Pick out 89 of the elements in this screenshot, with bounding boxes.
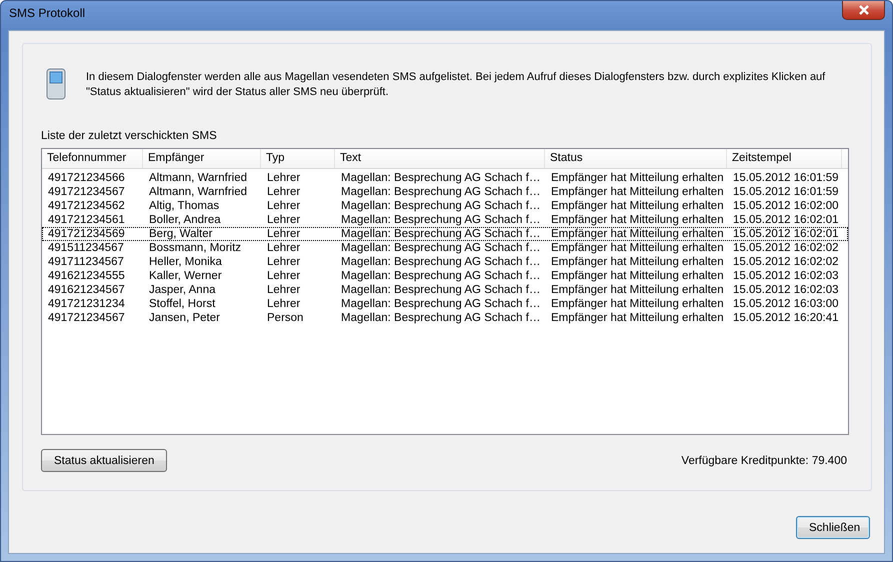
table-cell-text: 491511234567 bbox=[47, 242, 125, 254]
table-row[interactable]: 491511234567 Bossmann, Moritz Lehrer Magellan: Besprechung AG Schach f… Empfänger hat Mitteilung erhalten 15.05.2012 16:02:02 bbox=[42, 241, 848, 255]
table-cell-text: Magellan: Besprechung AG Schach f… bbox=[340, 242, 542, 254]
table-cell-text: Lehrer bbox=[266, 228, 302, 240]
table-cell-text: Empfänger hat Mitteilung erhalten bbox=[550, 298, 725, 310]
table-row[interactable]: 491721234567 Jansen, Peter Person Magellan: Besprechung AG Schach f… Empfänger hat Mitteilung erhalten 15.05.2012 16:20:41 bbox=[42, 311, 848, 325]
table-cell-text: 15.05.2012 16:03:00 bbox=[732, 298, 840, 310]
table-cell-text: Berg, Walter bbox=[148, 228, 214, 240]
table-cell-text: 491721234567 bbox=[47, 312, 126, 324]
table-cell-text: Magellan: Besprechung AG Schach f… bbox=[340, 228, 542, 240]
table-cell-text: Empfänger hat Mitteilung erhalten bbox=[550, 312, 725, 324]
table-cell-text: Empfänger hat Mitteilung erhalten bbox=[550, 284, 725, 296]
table-cell-text: Lehrer bbox=[266, 284, 302, 296]
table-cell-text: Altig, Thomas bbox=[148, 200, 220, 212]
table-cell-text: Magellan: Besprechung AG Schach f… bbox=[340, 298, 542, 310]
table-cell-text: 491721231234 bbox=[47, 298, 126, 310]
table-cell-text: Magellan: Besprechung AG Schach f… bbox=[340, 186, 542, 198]
table-cell-text: Magellan: Besprechung AG Schach f… bbox=[340, 270, 542, 282]
table-cell-text: 15.05.2012 16:02:01 bbox=[732, 214, 840, 226]
table-cell-text: Lehrer bbox=[266, 200, 302, 212]
table-cell-text: 491721234566 bbox=[47, 172, 126, 184]
table-cell-text: 15.05.2012 16:02:00 bbox=[732, 200, 840, 212]
table-cell-text: Magellan: Besprechung AG Schach f… bbox=[340, 284, 542, 296]
table-cell-text: 15.05.2012 16:01:59 bbox=[732, 186, 840, 198]
credits-text: Verfügbare Kreditpunkte: 79.400 bbox=[681, 454, 847, 466]
table-row[interactable]: 491721234567 Altmann, Warnfried Lehrer Magellan: Besprechung AG Schach f… Empfänger hat Mitteilung erhalten 15.05.2012 16:01:59 bbox=[42, 185, 848, 199]
column-header[interactable]: Zeitstempel bbox=[727, 149, 842, 168]
table-cell-text: Empfänger hat Mitteilung erhalten bbox=[550, 270, 725, 282]
table-cell-text: Magellan: Besprechung AG Schach f… bbox=[340, 172, 542, 184]
table-cell-text: Lehrer bbox=[266, 256, 302, 268]
table-cell-text: Empfänger hat Mitteilung erhalten bbox=[550, 228, 725, 240]
table-cell-text: Bossmann, Moritz bbox=[148, 242, 242, 254]
table-cell-text: Jasper, Anna bbox=[148, 284, 216, 296]
column-header[interactable]: Empfänger bbox=[143, 149, 261, 168]
table-cell-text: 15.05.2012 16:02:03 bbox=[732, 284, 840, 296]
table-cell-text: Magellan: Besprechung AG Schach f… bbox=[340, 214, 542, 226]
table-cell-text: Lehrer bbox=[266, 242, 302, 254]
table-row[interactable]: 491711234567 Heller, Monika Lehrer Magellan: Besprechung AG Schach f… Empfänger hat Mitteilung erhalten 15.05.2012 16:02:02 bbox=[42, 255, 848, 269]
table-cell-text: Person bbox=[266, 312, 304, 324]
focused-row[interactable]: 491721234569 Berg, Walter Lehrer Magellan: Besprechung AG Schach f… Empfänger hat Mitteilung erhalten 15.05.2012 16:02:01 bbox=[42, 227, 848, 241]
table-row[interactable]: 491621234555 Kaller, Werner Lehrer Magellan: Besprechung AG Schach f… Empfänger hat Mitteilung erhalten 15.05.2012 16:02:03 bbox=[42, 269, 848, 283]
info-text: In diesem Dialogfenster werden alle aus Magellan vesendeten SMS aufgelistet. Bei jedem Aufruf dieses Dialogfensters bzw. durch explizites Klicken auf "Status aktualisieren" wird der Status aller SMS neu überprüft. bbox=[86, 70, 826, 100]
table-cell-text: Heller, Monika bbox=[148, 256, 223, 268]
table-cell-text: 15.05.2012 16:02:03 bbox=[732, 270, 840, 282]
table-cell-text: 15.05.2012 16:02:01 bbox=[732, 228, 840, 240]
table-cell-text: Empfänger hat Mitteilung erhalten bbox=[550, 242, 725, 254]
table-cell-text: Empfänger hat Mitteilung erhalten bbox=[550, 200, 725, 212]
table-cell-text: Magellan: Besprechung AG Schach f… bbox=[340, 312, 542, 324]
table-cell-text: Magellan: Besprechung AG Schach f… bbox=[340, 256, 542, 268]
table-cell-text: 491721234569 bbox=[47, 228, 126, 240]
table-cell-text: Empfänger hat Mitteilung erhalten bbox=[550, 186, 725, 198]
table-cell-text: Lehrer bbox=[266, 270, 302, 282]
table-cell-text: Lehrer bbox=[266, 186, 302, 198]
refresh-button[interactable]: Status aktualisieren bbox=[41, 449, 168, 472]
table-cell-text: Boller, Andrea bbox=[148, 214, 222, 226]
window-title: SMS Protokoll bbox=[8, 6, 86, 20]
table-cell-text: Empfänger hat Mitteilung erhalten bbox=[550, 172, 725, 184]
table-cell-text: Jansen, Peter bbox=[148, 312, 221, 324]
table-cell-text: 491711234567 bbox=[47, 256, 125, 268]
close-button[interactable]: Schließen bbox=[796, 516, 870, 539]
table-cell-text: 491721234567 bbox=[47, 186, 126, 198]
table-cell-text: 491621234555 bbox=[47, 270, 126, 282]
column-header[interactable]: Typ bbox=[261, 149, 335, 168]
table-cell-text: 491621234567 bbox=[47, 284, 126, 296]
table-cell-text: Altmann, Warnfried bbox=[148, 186, 248, 198]
table-cell-text: 15.05.2012 16:02:02 bbox=[732, 256, 840, 268]
table-cell-text: Lehrer bbox=[266, 214, 302, 226]
table-cell-text: 491721234561 bbox=[47, 214, 126, 226]
table-cell-text: Empfänger hat Mitteilung erhalten bbox=[550, 256, 725, 268]
column-header[interactable]: Telefonnummer bbox=[42, 149, 143, 168]
table-cell-text: Lehrer bbox=[266, 172, 302, 184]
column-header[interactable]: Text bbox=[335, 149, 545, 168]
table-cell-text: Empfänger hat Mitteilung erhalten bbox=[550, 214, 725, 226]
table-cell-text: 15.05.2012 16:01:59 bbox=[732, 172, 840, 184]
column-header[interactable]: Status bbox=[545, 149, 727, 168]
table-cell-text: 491721234562 bbox=[47, 200, 126, 212]
table-row[interactable]: 491721234566 Altmann, Warnfried Lehrer Magellan: Besprechung AG Schach f… Empfänger hat Mitteilung erhalten 15.05.2012 16:01:59 bbox=[42, 171, 848, 185]
table-cell-text: 15.05.2012 16:02:02 bbox=[732, 242, 840, 254]
table-cell-text: Altmann, Warnfried bbox=[148, 172, 248, 184]
table-cell-text: Magellan: Besprechung AG Schach f… bbox=[340, 200, 542, 212]
table-row[interactable]: 491721234562 Altig, Thomas Lehrer Magellan: Besprechung AG Schach f… Empfänger hat Mitteilung erhalten 15.05.2012 16:02:00 bbox=[42, 199, 848, 213]
table-row[interactable]: 491721231234 Stoffel, Horst Lehrer Magellan: Besprechung AG Schach f… Empfänger hat Mitteilung erhalten 15.05.2012 16:03:00 bbox=[42, 297, 848, 311]
table-cell-text: Lehrer bbox=[266, 298, 302, 310]
table-cell-text: Kaller, Werner bbox=[148, 270, 223, 282]
list-label: Liste der zuletzt verschickten SMS bbox=[41, 130, 218, 142]
table-cell-text: 15.05.2012 16:20:41 bbox=[732, 312, 840, 324]
table-cell-text: Stoffel, Horst bbox=[148, 298, 216, 310]
table-row[interactable]: 491621234567 Jasper, Anna Lehrer Magellan: Besprechung AG Schach f… Empfänger hat Mitteilung erhalten 15.05.2012 16:02:03 bbox=[42, 283, 848, 297]
table-row[interactable]: 491721234561 Boller, Andrea Lehrer Magellan: Besprechung AG Schach f… Empfänger hat Mitteilung erhalten 15.05.2012 16:02:01 bbox=[42, 213, 848, 227]
